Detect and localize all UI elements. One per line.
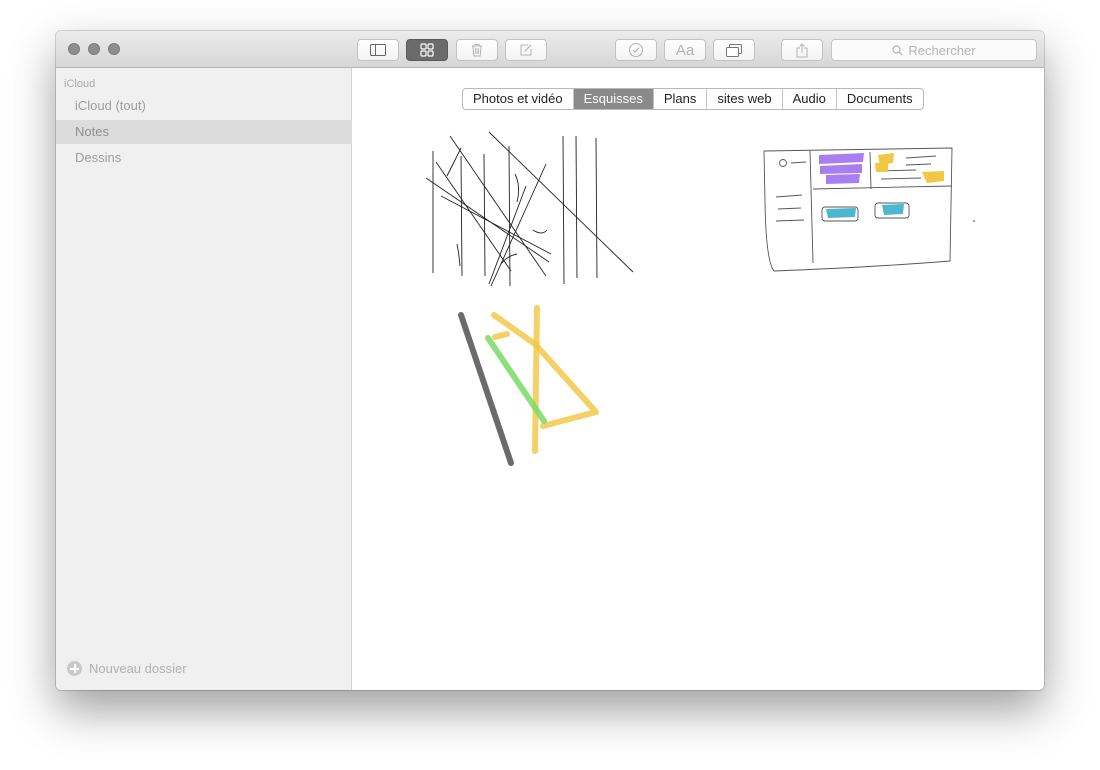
sidebar-item-notes[interactable]: Notes: [56, 120, 352, 144]
tab-websites[interactable]: sites web: [706, 89, 781, 109]
attachments-browser-button[interactable]: [406, 39, 448, 61]
tab-photos-video[interactable]: Photos et vidéo: [463, 89, 573, 109]
new-folder-label: Nouveau dossier: [89, 661, 187, 676]
sketch-thumbnail-markers[interactable]: [441, 301, 616, 471]
checklist-button[interactable]: [615, 39, 657, 61]
trash-icon: [472, 44, 482, 57]
sidebar-item-drawings[interactable]: Dessins: [56, 146, 352, 170]
new-note-button[interactable]: [505, 39, 547, 61]
sidebar-toggle-button[interactable]: [357, 39, 399, 61]
search-field[interactable]: Rechercher: [831, 39, 1037, 61]
minimize-window-button[interactable]: [88, 43, 100, 55]
tab-maps[interactable]: Plans: [652, 89, 707, 109]
sketch-thumbnail-wireframe[interactable]: [756, 143, 981, 278]
add-circle-icon: [67, 661, 82, 676]
sidebar-item-icloud-all[interactable]: iCloud (tout): [56, 94, 352, 118]
tab-documents[interactable]: Documents: [835, 89, 923, 109]
tab-sketches[interactable]: Esquisses: [572, 89, 653, 109]
share-button[interactable]: [781, 39, 823, 61]
sidebar-section-icloud: iCloud: [64, 78, 96, 90]
title-bar: Aa Rechercher: [56, 31, 1044, 68]
search-icon: [892, 44, 903, 55]
search-placeholder: Rechercher: [908, 42, 976, 58]
text-format-icon: Aa: [675, 41, 695, 59]
close-window-button[interactable]: [68, 43, 80, 55]
compose-icon: [520, 44, 532, 56]
delete-button[interactable]: [456, 39, 498, 61]
notes-window: Aa Rechercher iCloud iCloud (tout) Notes: [56, 31, 1044, 690]
tab-audio[interactable]: Audio: [781, 89, 836, 109]
sidebar: iCloud iCloud (tout) Notes Dessins Nouve…: [56, 68, 352, 690]
sidebar-icon: [370, 44, 386, 56]
table-icon: [726, 43, 742, 57]
format-button[interactable]: Aa: [664, 39, 706, 61]
sketch-thumbnail-lines[interactable]: [421, 126, 636, 291]
checkmark-circle-icon: [629, 43, 643, 57]
share-icon: [796, 42, 808, 57]
new-folder-button[interactable]: Nouveau dossier: [67, 661, 187, 676]
table-button[interactable]: [713, 39, 755, 61]
attachment-category-tabs: Photos et vidéo Esquisses Plans sites we…: [462, 88, 924, 110]
grid-icon: [420, 43, 434, 57]
zoom-window-button[interactable]: [108, 43, 120, 55]
